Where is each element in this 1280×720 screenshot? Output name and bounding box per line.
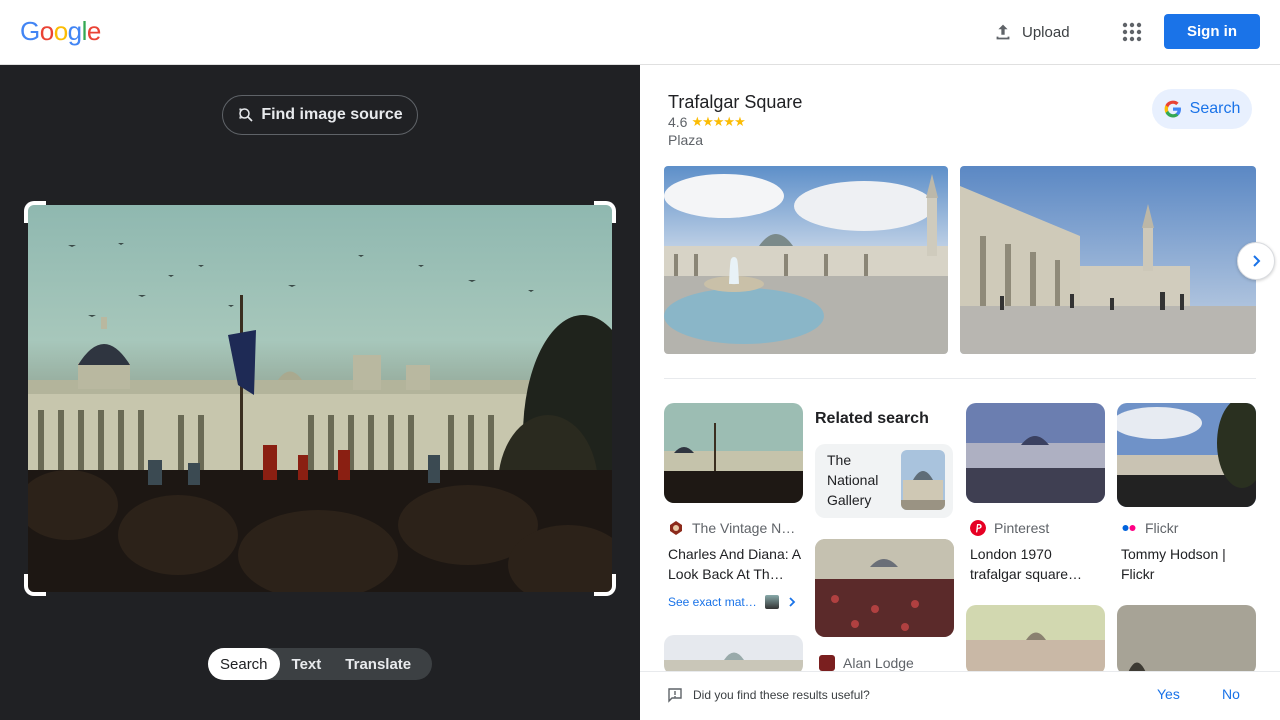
logo-letter-g: G: [20, 16, 40, 46]
find-image-source-button[interactable]: Find image source: [222, 95, 418, 135]
carousel-next-button[interactable]: [1237, 242, 1275, 280]
site-favicon-icon: [670, 521, 682, 535]
site-favicon-icon: [819, 655, 835, 671]
rating-stars-icon: ★★★★★: [691, 114, 745, 129]
find-image-source-label: Find image source: [261, 106, 403, 123]
place-photo-1[interactable]: [664, 166, 948, 354]
query-image: [28, 205, 612, 592]
see-exact-matches-link[interactable]: See exact mat…: [668, 595, 797, 609]
upload-label: Upload: [1022, 23, 1070, 41]
mode-tabs: Search Text Translate: [208, 648, 432, 680]
upload-icon: [996, 24, 1010, 40]
top-bar: Google Upload Sign in: [0, 0, 1280, 65]
search-place-label: Search: [1189, 100, 1241, 117]
flickr-icon: [1122, 525, 1136, 531]
match-source-label-1: The Vintage N…: [692, 520, 796, 536]
match-title-1[interactable]: Charles And Diana: A Look Back At Th…: [668, 544, 802, 584]
match-thumbnail-7[interactable]: [1117, 605, 1256, 675]
crop-handle-top-right[interactable]: [594, 201, 616, 223]
crop-handle-bottom-left[interactable]: [24, 574, 46, 596]
related-search-thumbnail: [901, 450, 945, 510]
sign-in-button[interactable]: Sign in: [1164, 14, 1260, 49]
related-search-label: The National Gallery: [827, 452, 879, 508]
match-source-3[interactable]: Flickr: [1121, 520, 1178, 536]
apps-grid-icon[interactable]: [1120, 20, 1144, 44]
crop-handle-top-left[interactable]: [24, 201, 46, 223]
match-source-label-2: Pinterest: [994, 520, 1050, 536]
feedback-icon: [668, 688, 682, 703]
match-thumbnail-4[interactable]: [815, 539, 954, 637]
match-thumbnail-2[interactable]: [966, 403, 1105, 503]
match-source-label-3: Flickr: [1145, 520, 1179, 536]
google-g-icon: [1164, 100, 1181, 118]
match-thumbnail-6[interactable]: [966, 605, 1105, 675]
pinterest-icon: [970, 520, 986, 536]
match-thumbnail-5[interactable]: [664, 635, 803, 675]
logo-letter-g2: g: [67, 16, 82, 46]
place-type: Plaza: [668, 132, 704, 148]
see-exact-matches-label: See exact mat…: [668, 595, 757, 609]
match-source-1[interactable]: The Vintage N…: [668, 520, 795, 536]
related-search-heading: Related search: [815, 410, 929, 427]
place-rating: 4.6 ★★★★★: [668, 114, 746, 130]
match-thumbnail-3[interactable]: [1117, 403, 1256, 507]
crop-handle-bottom-right[interactable]: [594, 574, 616, 596]
logo-letter-o1: o: [39, 16, 54, 46]
feedback-no-button[interactable]: No: [1222, 686, 1240, 702]
related-search-national-gallery[interactable]: The National Gallery: [815, 444, 953, 518]
rating-value: 4.6: [668, 114, 688, 130]
google-logo[interactable]: Google: [20, 16, 101, 47]
match-title-3[interactable]: Tommy Hodson | Flickr: [1121, 544, 1255, 584]
exact-match-thumbnail: [764, 595, 779, 609]
query-image-panel: Find image source Search Text Translate: [0, 65, 640, 720]
section-divider: [664, 378, 1256, 379]
place-photo-2[interactable]: [960, 166, 1256, 354]
logo-letter-o2: o: [53, 16, 68, 46]
match-title-2[interactable]: London 1970 trafalgar square…: [970, 544, 1104, 584]
chevron-right-icon: [1253, 255, 1261, 267]
upload-button[interactable]: Upload: [992, 20, 1070, 44]
match-source-4[interactable]: Alan Lodge: [819, 655, 914, 671]
tab-search[interactable]: Search: [208, 648, 280, 680]
feedback-question: Did you find these results useful?: [693, 688, 870, 702]
match-thumbnail-1[interactable]: [664, 403, 803, 503]
chevron-right-icon: [789, 597, 795, 607]
logo-letter-e: e: [86, 16, 101, 46]
place-title[interactable]: Trafalgar Square: [668, 92, 802, 113]
feedback-yes-button[interactable]: Yes: [1157, 686, 1180, 702]
results-panel: Trafalgar Square 4.6 ★★★★★ Plaza Search: [640, 65, 1280, 720]
image-search-icon: [239, 108, 253, 122]
match-source-2[interactable]: Pinterest: [970, 520, 1049, 536]
search-place-button[interactable]: Search: [1152, 89, 1252, 129]
crop-selection[interactable]: [24, 201, 616, 596]
feedback-bar: Did you find these results useful? Yes N…: [640, 671, 1280, 720]
match-source-label-4: Alan Lodge: [843, 655, 914, 671]
tab-text[interactable]: Text: [280, 648, 334, 680]
tab-translate[interactable]: Translate: [333, 648, 423, 680]
